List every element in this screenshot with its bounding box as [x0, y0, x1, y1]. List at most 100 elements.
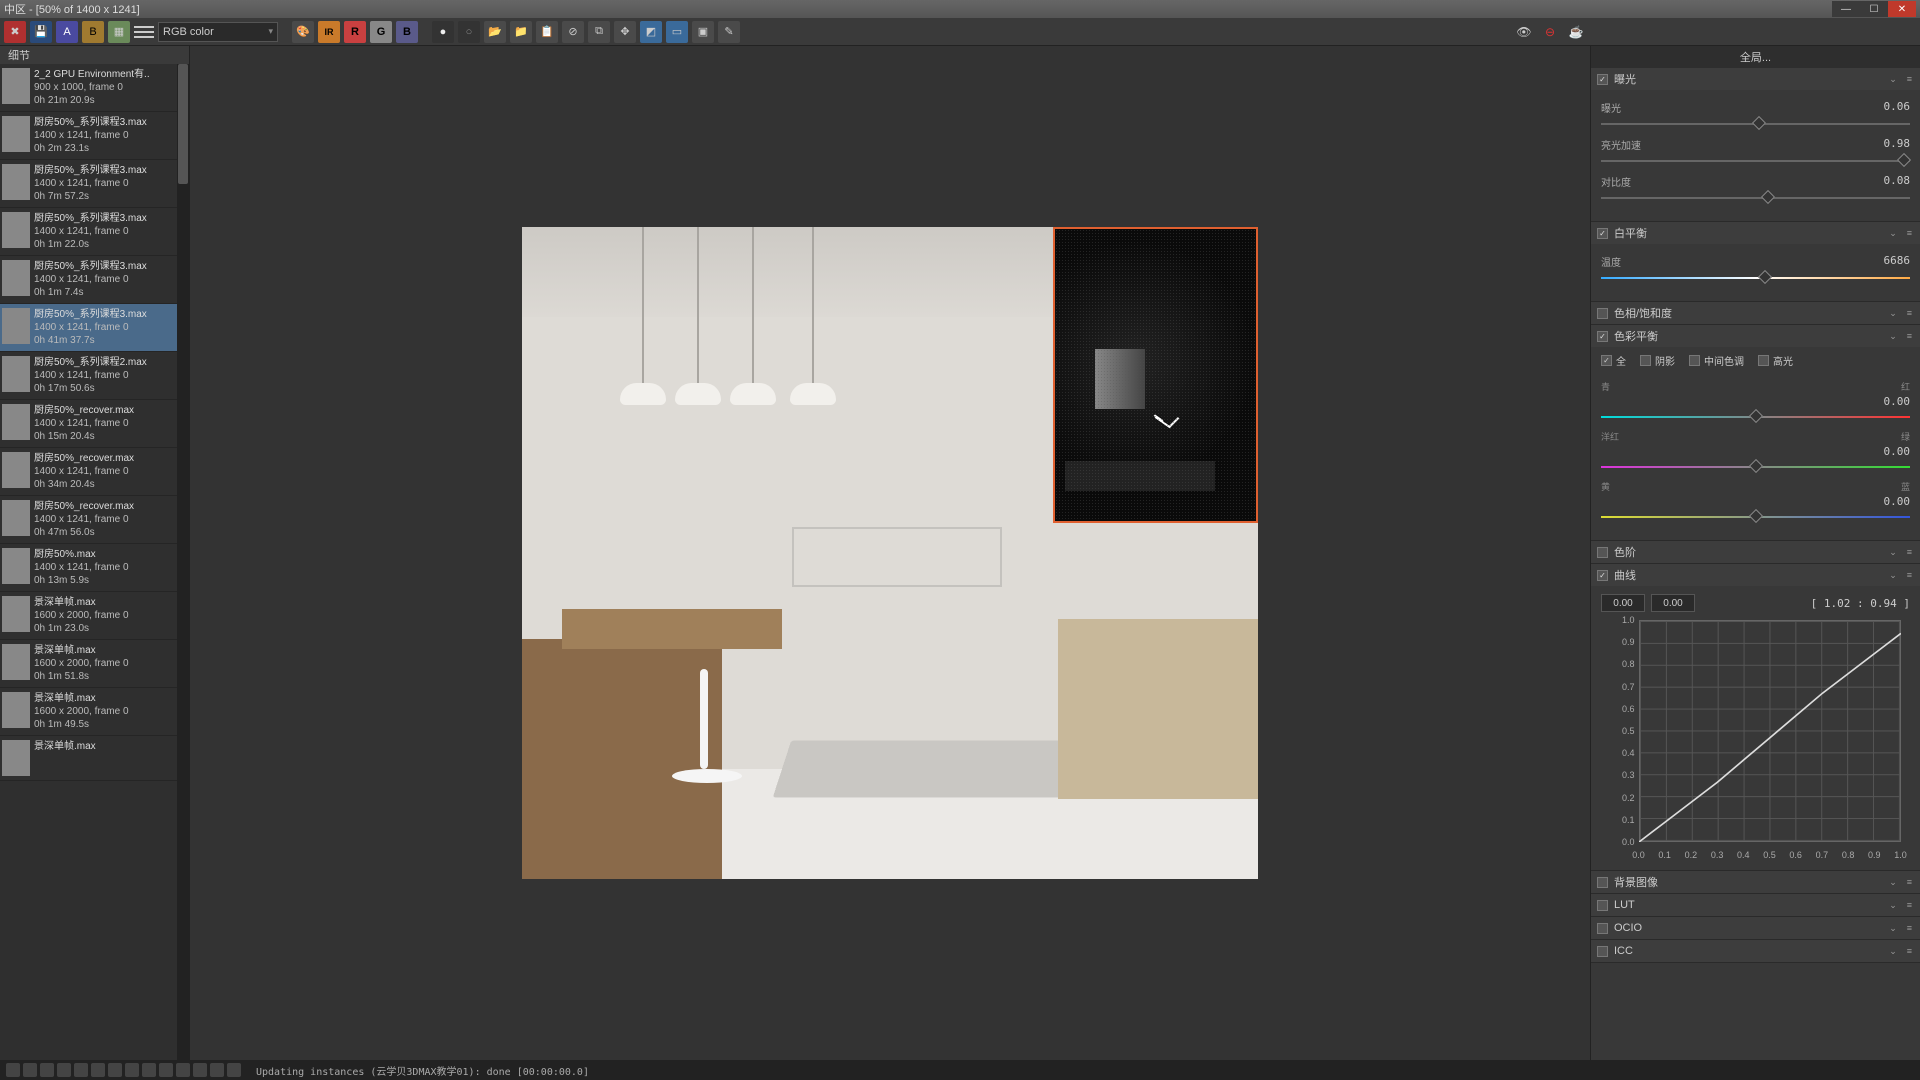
chevron-down-icon[interactable]: ⌄ — [1887, 308, 1899, 319]
history-item[interactable]: 厨房50%.max1400 x 1241, frame 00h 13m 5.9s — [0, 544, 189, 592]
history-item[interactable]: 厨房50%_系列课程3.max1400 x 1241, frame 00h 7m… — [0, 160, 189, 208]
channel-select[interactable]: RGB color — [158, 22, 278, 42]
history-item[interactable]: 厨房50%_recover.max1400 x 1241, frame 00h … — [0, 448, 189, 496]
save-button[interactable]: 💾 — [30, 21, 52, 43]
status-icon[interactable] — [159, 1063, 173, 1077]
hamburger-menu-icon[interactable] — [134, 22, 154, 42]
circle-white-icon[interactable]: ● — [432, 21, 454, 43]
status-icon[interactable] — [108, 1063, 122, 1077]
render-region-marquee[interactable] — [1053, 227, 1258, 523]
temperature-value[interactable]: 6686 — [1884, 254, 1911, 269]
folder-icon[interactable]: 📁 — [510, 21, 532, 43]
chevron-down-icon[interactable]: ⌄ — [1887, 877, 1899, 888]
menu-icon[interactable]: ≡ — [1905, 900, 1914, 910]
huesat-enable-check[interactable] — [1597, 308, 1608, 319]
colorbalance-enable-check[interactable]: ✓ — [1597, 331, 1608, 342]
cyan-red-slider[interactable] — [1601, 410, 1910, 424]
image-icon[interactable]: ▦ — [108, 21, 130, 43]
history-item[interactable]: 厨房50%_recover.max1400 x 1241, frame 00h … — [0, 496, 189, 544]
history-item[interactable]: 厨房50%_系列课程2.max1400 x 1241, frame 00h 17… — [0, 352, 189, 400]
chevron-down-icon[interactable]: ⌄ — [1887, 946, 1899, 957]
teapot-icon[interactable]: ☕ — [1566, 22, 1586, 42]
chevron-down-icon[interactable]: ⌄ — [1887, 923, 1899, 934]
compare-icon[interactable]: ⧉ — [588, 21, 610, 43]
window-close-button[interactable]: ✕ — [1888, 1, 1916, 17]
history-item[interactable]: 厨房50%_系列课程3.max1400 x 1241, frame 00h 1m… — [0, 256, 189, 304]
curves-plot[interactable]: 1.00.90.80.70.60.50.40.30.20.10.00.00.10… — [1611, 620, 1901, 860]
b-button[interactable]: B — [82, 21, 104, 43]
highlight-value[interactable]: 0.98 — [1884, 137, 1911, 152]
region-render-icon[interactable]: ◩ — [640, 21, 662, 43]
snapshot-icon[interactable]: ▣ — [692, 21, 714, 43]
eye-icon[interactable]: 👁 — [1514, 22, 1534, 42]
status-icon[interactable] — [227, 1063, 241, 1077]
status-icon[interactable] — [193, 1063, 207, 1077]
chevron-down-icon[interactable]: ⌄ — [1887, 547, 1899, 558]
status-icon[interactable] — [40, 1063, 54, 1077]
clock-icon[interactable]: ⊘ — [562, 21, 584, 43]
history-tab[interactable]: 细节 — [0, 47, 38, 63]
move-icon[interactable]: ✥ — [614, 21, 636, 43]
history-item[interactable]: 景深单帧.max — [0, 736, 189, 781]
r-channel-button[interactable]: R — [344, 21, 366, 43]
chevron-down-icon[interactable]: ⌄ — [1887, 228, 1899, 239]
menu-icon[interactable]: ≡ — [1905, 570, 1914, 580]
lut-enable-check[interactable] — [1597, 900, 1608, 911]
history-item[interactable]: 景深单帧.max1600 x 2000, frame 00h 1m 51.8s — [0, 640, 189, 688]
curves-enable-check[interactable]: ✓ — [1597, 570, 1608, 581]
chevron-down-icon[interactable]: ⌄ — [1887, 331, 1899, 342]
close-render-button[interactable]: ✖ — [4, 21, 26, 43]
whitebalance-enable-check[interactable]: ✓ — [1597, 228, 1608, 239]
exposure-value[interactable]: 0.06 — [1884, 100, 1911, 115]
menu-icon[interactable]: ≡ — [1905, 74, 1914, 84]
magenta-green-value[interactable]: 0.00 — [1884, 445, 1911, 458]
color-picker-icon[interactable]: 🎨 — [292, 21, 314, 43]
a-button[interactable]: A — [56, 21, 78, 43]
menu-icon[interactable]: ≡ — [1905, 331, 1914, 341]
cb-all-check[interactable]: ✓全 — [1601, 353, 1626, 368]
status-icon[interactable] — [6, 1063, 20, 1077]
cb-highlight-check[interactable]: 高光 — [1758, 353, 1793, 368]
history-item[interactable]: 厨房50%_recover.max1400 x 1241, frame 00h … — [0, 400, 189, 448]
chevron-down-icon[interactable]: ⌄ — [1887, 570, 1899, 581]
g-channel-button[interactable]: G — [370, 21, 392, 43]
cb-mid-check[interactable]: 中间色调 — [1689, 353, 1744, 368]
open-folder-icon[interactable]: 📂 — [484, 21, 506, 43]
status-icon[interactable] — [210, 1063, 224, 1077]
status-icon[interactable] — [57, 1063, 71, 1077]
menu-icon[interactable]: ≡ — [1905, 228, 1914, 238]
menu-icon[interactable]: ≡ — [1905, 946, 1914, 956]
status-icon[interactable] — [91, 1063, 105, 1077]
chevron-down-icon[interactable]: ⌄ — [1887, 900, 1899, 911]
properties-header[interactable]: 全局... — [1591, 46, 1920, 68]
history-item[interactable]: 景深单帧.max1600 x 2000, frame 00h 1m 49.5s — [0, 688, 189, 736]
status-icon[interactable] — [142, 1063, 156, 1077]
wand-icon[interactable]: ✎ — [718, 21, 740, 43]
history-item[interactable]: 景深单帧.max1600 x 2000, frame 00h 1m 23.0s — [0, 592, 189, 640]
yellow-blue-value[interactable]: 0.00 — [1884, 495, 1911, 508]
icc-enable-check[interactable] — [1597, 946, 1608, 957]
render-viewport[interactable] — [190, 46, 1590, 1060]
fit-view-icon[interactable]: ▭ — [666, 21, 688, 43]
highlight-slider[interactable] — [1601, 154, 1910, 168]
yellow-blue-slider[interactable] — [1601, 510, 1910, 524]
clipboard-icon[interactable]: 📋 — [536, 21, 558, 43]
curve-input-x[interactable] — [1601, 594, 1645, 612]
ocio-enable-check[interactable] — [1597, 923, 1608, 934]
status-icon[interactable] — [125, 1063, 139, 1077]
chevron-down-icon[interactable]: ⌄ — [1887, 74, 1899, 85]
exposure-enable-check[interactable]: ✓ — [1597, 74, 1608, 85]
history-item[interactable]: 厨房50%_系列课程3.max1400 x 1241, frame 00h 2m… — [0, 112, 189, 160]
status-icon[interactable] — [23, 1063, 37, 1077]
menu-icon[interactable]: ≡ — [1905, 923, 1914, 933]
ir-toggle-button[interactable]: IR — [318, 21, 340, 43]
stop-icon[interactable]: ⊖ — [1540, 22, 1560, 42]
history-item[interactable]: 2_2 GPU Environment有..900 x 1000, frame … — [0, 64, 189, 112]
b-channel-button[interactable]: B — [396, 21, 418, 43]
bg-enable-check[interactable] — [1597, 877, 1608, 888]
history-item[interactable]: 厨房50%_系列课程3.max1400 x 1241, frame 00h 1m… — [0, 208, 189, 256]
window-minimize-button[interactable]: — — [1832, 1, 1860, 17]
temperature-slider[interactable] — [1601, 271, 1910, 285]
window-maximize-button[interactable]: ☐ — [1860, 1, 1888, 17]
exposure-slider[interactable] — [1601, 117, 1910, 131]
